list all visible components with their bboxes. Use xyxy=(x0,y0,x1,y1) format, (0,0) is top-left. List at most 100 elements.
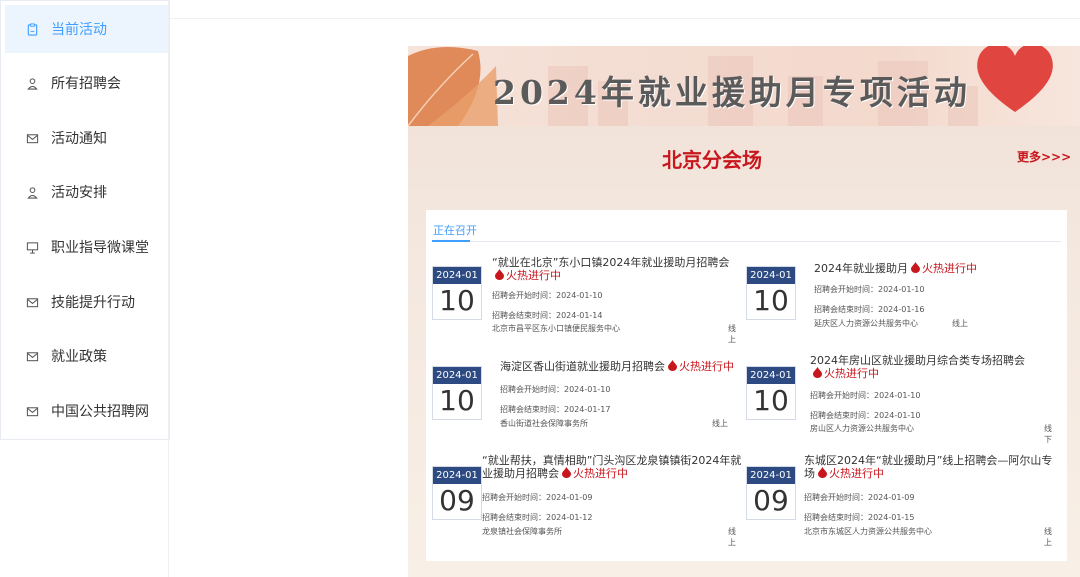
date-day: 09 xyxy=(753,484,789,517)
end-time: 招聘会结束时间：2024-01-15 xyxy=(804,513,915,522)
date-day: 09 xyxy=(439,484,475,517)
start-time: 招聘会开始时间：2024-01-09 xyxy=(482,493,593,502)
flame-icon xyxy=(562,467,571,478)
user-icon xyxy=(25,76,39,90)
sidebar-item-activity-schedule[interactable]: 活动安排 xyxy=(5,168,169,216)
hot-text: 火热进行中 xyxy=(573,467,628,480)
tab-active-indicator xyxy=(432,240,470,242)
tab-divider xyxy=(432,241,1061,242)
banner-title: 2024年就业援助月专项活动 xyxy=(493,73,971,112)
event-title[interactable]: 东城区2024年“就业援助月”线上招聘会—阿尔山专场 火热进行中 xyxy=(804,454,1062,480)
date-year-month: 2024-01 xyxy=(747,367,795,384)
sidebar-item-employment-policy[interactable]: 就业政策 xyxy=(5,332,169,380)
date-year-month: 2024-01 xyxy=(433,467,481,484)
hot-badge: 火热进行中 xyxy=(492,269,561,282)
flame-icon xyxy=(911,262,920,273)
date-box: 2024-01 10 xyxy=(432,266,482,320)
organizer: 北京市东城区人力资源公共服务中心 xyxy=(804,527,932,536)
date-year-month: 2024-01 xyxy=(747,467,795,484)
event-title[interactable]: 海淀区香山街道就业援助月招聘会 火热进行中 xyxy=(500,360,740,373)
end-time: 招聘会结束时间：2024-01-17 xyxy=(500,405,611,414)
sidebar-item-public-recruitment-site[interactable]: 中国公共招聘网 xyxy=(5,387,169,435)
header-divider xyxy=(170,18,1080,19)
event-title[interactable]: “就业帮扶，真情相助”门头沟区龙泉镇镇街2024年就业援助月招聘会 火热进行中 xyxy=(482,454,742,480)
date-day: 10 xyxy=(753,284,789,317)
organizer: 延庆区人力资源公共服务中心 xyxy=(814,319,918,328)
sidebar-item-activity-notices[interactable]: 活动通知 xyxy=(5,114,169,162)
start-time: 招聘会开始时间：2024-01-10 xyxy=(814,285,925,294)
start-time: 招聘会开始时间：2024-01-10 xyxy=(810,391,921,400)
organizer: 房山区人力资源公共服务中心 xyxy=(810,424,914,433)
event-title-text: 海淀区香山街道就业援助月招聘会 xyxy=(500,360,665,373)
hot-badge: 火热进行中 xyxy=(908,262,977,275)
end-time: 招聘会结束时间：2024-01-10 xyxy=(810,411,921,420)
mode-label: 线上 xyxy=(952,319,968,328)
organizer: 香山街道社会保障事务所 xyxy=(500,419,588,428)
hot-text: 火热进行中 xyxy=(679,360,734,373)
venue-header: 北京分会场 更多>>> xyxy=(408,134,1080,174)
more-link[interactable]: 更多>>> xyxy=(1017,148,1071,165)
tab-ongoing[interactable]: 正在召开 xyxy=(433,222,477,238)
event-item[interactable]: 2024-01 10 海淀区香山街道就业援助月招聘会 火热进行中 招聘会开始时间：… xyxy=(432,354,742,444)
clipboard-icon xyxy=(25,22,39,36)
sidebar-item-label: 就业政策 xyxy=(51,349,107,365)
venue-title: 北京分会场 xyxy=(662,148,762,172)
date-year-month: 2024-01 xyxy=(747,267,795,284)
mail-icon xyxy=(25,404,39,418)
sidebar-item-label: 所有招聘会 xyxy=(51,76,121,92)
end-time: 招聘会结束时间：2024-01-16 xyxy=(814,305,925,314)
hot-badge: 火热进行中 xyxy=(810,367,879,380)
user-icon xyxy=(25,185,39,199)
flame-icon xyxy=(495,269,504,280)
flame-icon xyxy=(813,367,822,378)
end-time: 招聘会结束时间：2024-01-14 xyxy=(492,311,603,320)
date-box: 2024-01 09 xyxy=(432,466,482,520)
presentation-icon xyxy=(25,240,39,254)
event-item[interactable]: 2024-01 10 “就业在北京”东小口镇2024年就业援助月招聘会火热进行中… xyxy=(432,254,742,344)
mode-label: 线上 xyxy=(712,419,728,428)
sidebar-item-label: 活动通知 xyxy=(51,131,107,147)
hot-text: 火热进行中 xyxy=(922,262,977,275)
event-title-text: 2024年房山区就业援助月综合类专场招聘会 xyxy=(810,354,1025,367)
sidebar-item-career-microclass[interactable]: 职业指导微课堂 xyxy=(5,223,169,271)
hot-text: 火热进行中 xyxy=(829,467,884,480)
flame-icon xyxy=(668,360,677,371)
event-title-text: “就业在北京”东小口镇2024年就业援助月招聘会 xyxy=(492,256,730,269)
date-day: 10 xyxy=(439,284,475,317)
date-box: 2024-01 10 xyxy=(746,266,796,320)
sidebar-item-all-job-fairs[interactable]: 所有招聘会 xyxy=(5,59,169,107)
sidebar-item-current-activities[interactable]: 当前活动 xyxy=(5,5,169,53)
start-time: 招聘会开始时间：2024-01-10 xyxy=(492,291,603,300)
mode-label: 线上 xyxy=(728,527,736,547)
hot-text: 火热进行中 xyxy=(506,269,561,282)
mode-label: 线下 xyxy=(1044,424,1052,444)
hot-badge: 火热进行中 xyxy=(559,467,628,480)
date-year-month: 2024-01 xyxy=(433,267,481,284)
sidebar: 当前活动 所有招聘会 活动通知 活动安排 职业指导微课堂 技能提升行动 就业政策… xyxy=(0,0,170,440)
date-box: 2024-01 10 xyxy=(746,366,796,420)
sidebar-item-skills-action[interactable]: 技能提升行动 xyxy=(5,278,169,326)
date-box: 2024-01 10 xyxy=(432,366,482,420)
sidebar-item-label: 技能提升行动 xyxy=(51,295,135,311)
mode-label: 线上 xyxy=(728,324,736,344)
event-item[interactable]: 2024-01 09 东城区2024年“就业援助月”线上招聘会—阿尔山专场 火热进… xyxy=(746,454,1056,547)
autumn-leaf-icon xyxy=(408,47,498,126)
hot-text: 火热进行中 xyxy=(824,367,879,380)
sidebar-item-label: 当前活动 xyxy=(51,22,107,38)
mail-icon xyxy=(25,131,39,145)
sidebar-item-label: 职业指导微课堂 xyxy=(51,240,149,256)
hot-badge: 火热进行中 xyxy=(665,360,734,373)
event-item[interactable]: 2024-01 10 2024年就业援助月 火热进行中 招聘会开始时间：2024-… xyxy=(746,254,1056,344)
heart-icon xyxy=(977,46,1053,112)
hot-badge: 火热进行中 xyxy=(815,467,884,480)
organizer: 龙泉镇社会保障事务所 xyxy=(482,527,562,536)
event-title[interactable]: “就业在北京”东小口镇2024年就业援助月招聘会火热进行中 xyxy=(492,256,740,282)
start-time: 招聘会开始时间：2024-01-10 xyxy=(500,385,611,394)
event-title[interactable]: 2024年房山区就业援助月综合类专场招聘会火热进行中 xyxy=(810,354,1062,380)
event-title[interactable]: 2024年就业援助月 火热进行中 xyxy=(814,262,1054,275)
date-box: 2024-01 09 xyxy=(746,466,796,520)
event-item[interactable]: 2024-01 09 “就业帮扶，真情相助”门头沟区龙泉镇镇街2024年就业援助… xyxy=(432,454,742,547)
sidebar-item-label: 活动安排 xyxy=(51,185,107,201)
event-item[interactable]: 2024-01 10 2024年房山区就业援助月综合类专场招聘会火热进行中 招聘… xyxy=(746,354,1056,444)
banner: 2024年就业援助月专项活动 xyxy=(408,46,1080,126)
